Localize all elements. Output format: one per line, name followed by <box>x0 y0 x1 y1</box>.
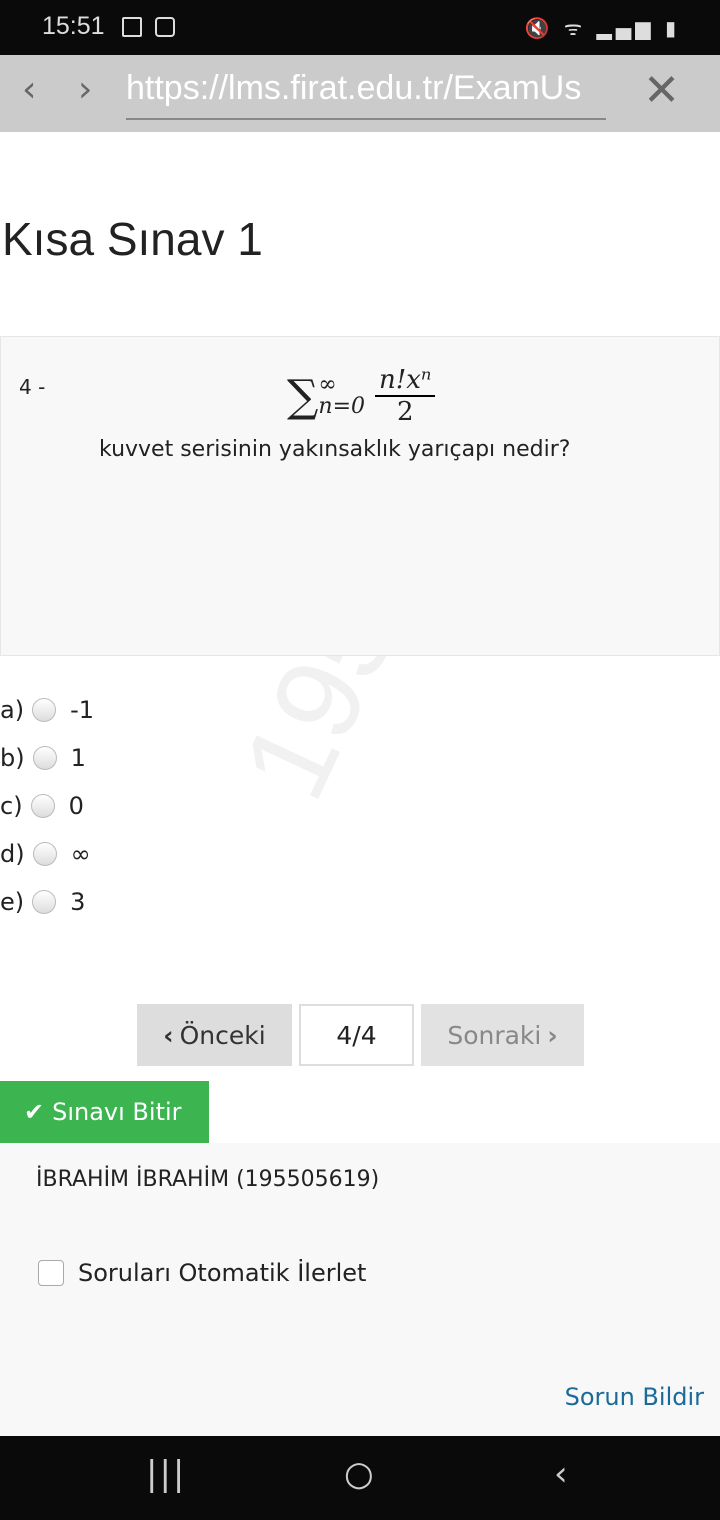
student-name: İBRAHİM İBRAHİM (195505619) <box>36 1167 380 1192</box>
recents-button[interactable]: ||| <box>146 1454 186 1494</box>
formula: ∑ ∞ n=0 n!xⁿ 2 <box>287 365 436 427</box>
home-button[interactable]: ○ <box>344 1454 374 1494</box>
system-back-button[interactable]: ‹ <box>554 1454 568 1494</box>
radio-button[interactable] <box>32 698 57 722</box>
radio-button[interactable] <box>32 842 57 866</box>
close-icon[interactable]: ✕ <box>643 65 680 116</box>
clock: 15:51 <box>42 12 105 40</box>
page-title: Kısa Sınav 1 <box>2 213 263 265</box>
url-field[interactable]: https://lms.firat.edu.tr/ExamUs <box>126 69 606 120</box>
chevron-right-icon: › <box>547 1020 558 1050</box>
page-indicator: 4/4 <box>299 1004 414 1066</box>
next-button[interactable]: Sonraki › <box>421 1004 584 1066</box>
option-e[interactable]: e) 3 <box>0 888 85 916</box>
auto-advance-checkbox[interactable]: Soruları Otomatik İlerlet <box>38 1259 366 1287</box>
checkbox[interactable] <box>38 1260 64 1286</box>
report-problem-link[interactable]: Sorun Bildir <box>565 1383 704 1411</box>
forward-button[interactable]: › <box>78 69 92 110</box>
option-c[interactable]: c) 0 <box>0 792 84 820</box>
image-icon <box>122 17 142 37</box>
browser-toolbar: ‹ › https://lms.firat.edu.tr/ExamUs ✕ <box>0 55 720 132</box>
radio-button[interactable] <box>32 890 57 914</box>
chevron-left-icon: ‹ <box>163 1020 174 1050</box>
check-icon: ✔ <box>24 1098 45 1126</box>
finish-exam-button[interactable]: ✔ Sınavı Bitir <box>0 1081 209 1143</box>
previous-button[interactable]: ‹ Önceki <box>137 1004 292 1066</box>
option-b[interactable]: b) 1 <box>0 744 86 772</box>
system-nav-bar: ||| ○ ‹ <box>0 1436 720 1520</box>
question-text: kuvvet serisinin yakınsaklık yarıçapı ne… <box>99 437 571 462</box>
option-d[interactable]: d) ∞ <box>0 840 91 868</box>
radio-button[interactable] <box>32 746 57 770</box>
back-button[interactable]: ‹ <box>22 69 36 110</box>
status-icons: 🔇 ᯤ ▂▄▆ ▮ <box>524 16 680 40</box>
option-a[interactable]: a) -1 <box>0 696 94 724</box>
question-number: 4 - <box>19 375 46 399</box>
footer-panel: İBRAHİM İBRAHİM (195505619) Soruları Oto… <box>0 1143 720 1436</box>
radio-button[interactable] <box>30 794 55 818</box>
question-box: 4 - ∑ ∞ n=0 n!xⁿ 2 kuvvet serisinin yakı… <box>0 336 720 656</box>
clock-icon <box>155 17 175 37</box>
status-bar: 15:51 🔇 ᯤ ▂▄▆ ▮ <box>0 0 720 55</box>
